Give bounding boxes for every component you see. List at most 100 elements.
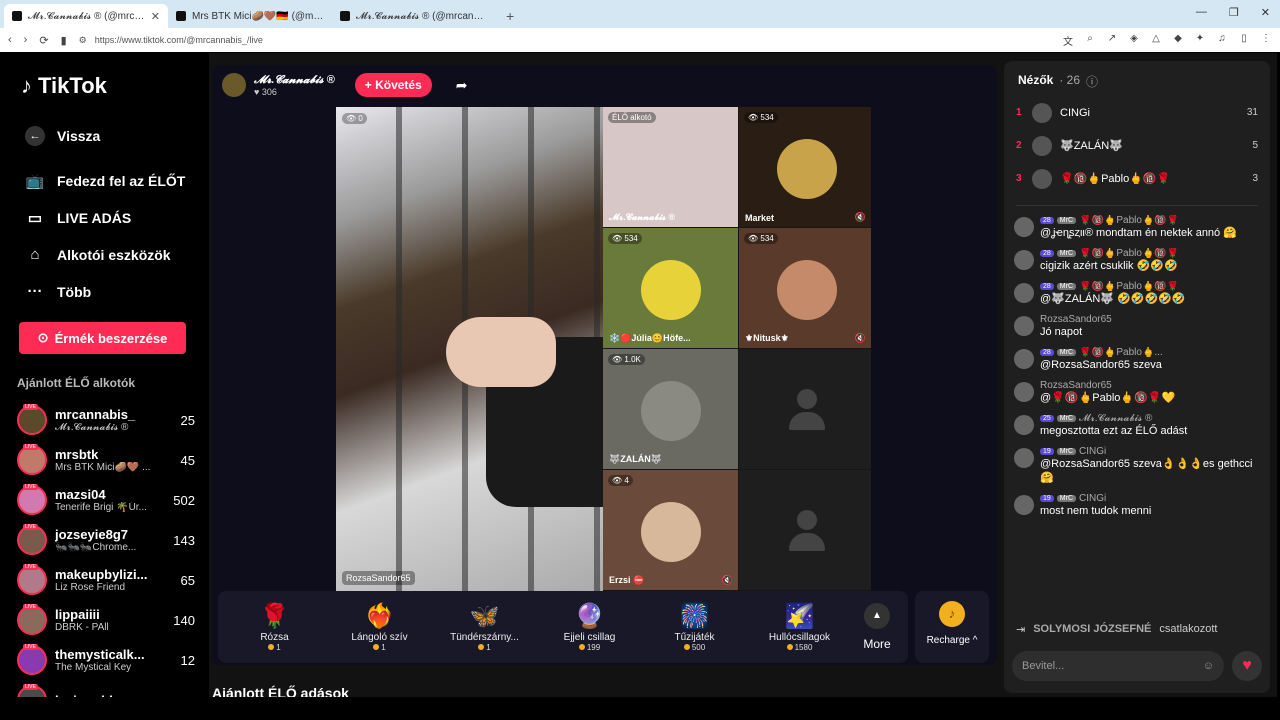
sidebar-item-explore-live[interactable]: 📺 Fedezd fel az ÉLŐT <box>17 162 209 199</box>
extension-icon[interactable]: ◆ <box>1172 33 1184 48</box>
chat-message[interactable]: RozsaSandor65 Jó napot <box>1004 310 1270 343</box>
creator-subtitle: 🐜🐜🐜Chrome... <box>55 542 137 553</box>
reload-icon[interactable]: ⟳ <box>39 34 48 47</box>
host-name[interactable]: 𝓜𝓻.𝓒𝓪𝓷𝓷𝓪𝓫𝓲𝓼 ® <box>254 74 335 87</box>
gift-icon: 🔮 <box>574 603 605 630</box>
chat-user: 𝓜𝓻.𝓒𝓪𝓷𝓷𝓪𝓫𝓲𝓼 ® <box>1079 413 1153 424</box>
gift-item[interactable]: 🔮 Éjjeli csillag 199 <box>537 602 642 652</box>
url-field[interactable]: ⚙ https://www.tiktok.com/@mrcannabis_/li… <box>79 35 839 46</box>
viewer-avatar <box>1032 102 1052 123</box>
window-close-icon[interactable]: ✕ <box>1261 6 1270 19</box>
joined-notice: ⇥ SOLYMOSI JÓZSEFNÉ csatlakozott <box>1004 617 1230 642</box>
guest-cell-julia[interactable]: 👁 534 ❄️🔴Júlia😊Höfe... <box>603 228 738 348</box>
gift-item[interactable]: 🦋 Tündérszárny... 1 <box>432 602 537 652</box>
chat-user: CINGi <box>1079 446 1107 457</box>
viewer-count: 1.0K <box>624 355 641 364</box>
creator-text: mrsbtk Mrs BTK Mici🥔🤎 ... <box>55 447 157 473</box>
creator-text: lippaiiii DBRK - PAll <box>55 607 157 633</box>
guest-cell-empty1[interactable] <box>739 349 871 469</box>
settings-icon[interactable]: ⋮ <box>1260 33 1272 48</box>
creator-item[interactable]: LIVE themysticalk... The Mystical Key 12 <box>17 640 209 680</box>
recharge-button[interactable]: ♪ Recharge ^ <box>915 591 989 663</box>
creator-item[interactable]: LIVE jozseyie8g7 🐜🐜🐜Chrome... 143 <box>17 520 209 560</box>
chat-message[interactable]: 25 MrC 𝓜𝓻.𝓒𝓪𝓷𝓷𝓪𝓫𝓲𝓼 ® megosztotta ezt az ÉL… <box>1004 409 1270 442</box>
bookmark-icon[interactable]: ▮ <box>61 34 67 47</box>
shield-icon[interactable]: ◈ <box>1128 33 1140 48</box>
creator-subtitle: Mrs BTK Mici🥔🤎 ... <box>55 462 151 473</box>
heart-icon[interactable]: ♥ <box>1232 651 1262 681</box>
sidebar-item-creator-tools[interactable]: ⌂ Alkotói eszközök <box>17 236 209 273</box>
main-camera-feed[interactable]: 👁 0 RozsaSandor65 <box>336 107 606 591</box>
guest-cell-erzsi[interactable]: 👁 4 Erzsi ⛔ 🔇 <box>603 470 738 590</box>
creator-viewers: 140 <box>173 612 195 628</box>
chat-message[interactable]: 19 MrC CINGi most nem tudok menni <box>1004 489 1270 522</box>
music-icon[interactable]: ♫ <box>1216 33 1228 48</box>
browser-tab-1[interactable]: 𝓜𝓻.𝓒𝓪𝓷𝓷𝓪𝓫𝓲𝓼 ® (@mrcan ✕ <box>4 4 168 28</box>
more-gifts-button[interactable]: ▲ More <box>852 603 902 651</box>
top-viewer-row[interactable]: 1 CINGi 31 <box>1004 96 1270 129</box>
new-tab-icon[interactable]: + <box>496 8 524 28</box>
chat-body: RozsaSandor65 @🌹🔞🖕Pablo🖕🔞🌹💛 <box>1040 380 1260 405</box>
creator-subtitle: The Mystical Key <box>55 662 132 673</box>
creator-item[interactable]: LIVE makeupbylizi... Liz Rose Friend 65 <box>17 560 209 600</box>
creator-item[interactable]: LIVE mrsbtk Mrs BTK Mici🥔🤎 ... 45 <box>17 440 209 480</box>
browser-tab-3[interactable]: 𝓜𝓻.𝓒𝓪𝓷𝓷𝓪𝓫𝓲𝓼 ® (@mrcannabis_) <box>332 4 496 28</box>
chat-message[interactable]: 28 MrC 🌹🔞🖕Pablo🖕🔞🌹 @🐺ZALÁN🐺 🤣🤣🤣🤣🤣 <box>1004 277 1270 310</box>
tiktok-logo[interactable]: ♪ TikTok <box>21 73 209 99</box>
back-icon[interactable]: ‹ <box>8 34 12 46</box>
guest-cell-market[interactable]: 👁 534 Market 🔇 <box>739 107 871 227</box>
share-page-icon[interactable]: ↗ <box>1106 33 1118 48</box>
guest-cell-elo[interactable]: ÉLŐ alkotó 𝓜𝓻.𝓒𝓪𝓷𝓷𝓪𝓫𝓲𝓼 ® <box>603 107 738 227</box>
site-info-icon[interactable]: ⚙ <box>79 35 87 46</box>
host-avatar[interactable] <box>222 73 246 97</box>
maximize-icon[interactable]: ❐ <box>1229 6 1239 19</box>
recommended-lives-title: Ajánlott ÉLŐ adások <box>212 685 349 697</box>
chat-input[interactable]: Bevitel... ☺ <box>1012 651 1224 681</box>
chat-text: cigizik azért csuklik 🤣🤣🤣 <box>1040 260 1178 272</box>
top-viewer-row[interactable]: 2 🐺ZALÁN🐺 5 <box>1004 129 1270 162</box>
creator-viewers: 12 <box>180 652 195 668</box>
forward-icon[interactable]: › <box>24 34 28 46</box>
guest-cell-empty2[interactable] <box>739 470 871 590</box>
guest-cell-nitusk[interactable]: 👁 534 ⚜Nitusk⚜ 🔇 <box>739 228 871 348</box>
get-coins-button[interactable]: ⊙ Érmék beszerzése <box>19 322 186 354</box>
price-value: 1 <box>486 643 491 652</box>
chat-message[interactable]: 28 MrC 🌹🔞🖕Pablo🖕... @RozsaSandor65 szeva <box>1004 343 1270 376</box>
sidebar-toggle-icon[interactable]: ▯ <box>1238 33 1250 48</box>
puzzle-icon[interactable]: ✦ <box>1194 33 1206 48</box>
creator-item[interactable]: LIVE mrcannabis_ 𝓜𝓻.𝓒𝓪𝓷𝓷𝓪𝓫𝓲𝓼 ® 25 <box>17 400 209 440</box>
gift-item[interactable]: 🎆 Tűzijáték 500 <box>642 602 747 652</box>
sidebar-item-more[interactable]: ··· Több <box>17 273 209 310</box>
follow-button[interactable]: + Követés <box>354 73 432 97</box>
creator-item[interactable]: LIVE mazsi04 Tenerife Brigi 🌴Úr... 502 <box>17 480 209 520</box>
creator-name: lippaiiii <box>55 607 100 622</box>
warning-icon[interactable]: △ <box>1150 33 1162 48</box>
gift-icon: 🦋 <box>469 603 500 630</box>
chat-message[interactable]: 19 MrC CINGi @RozsaSandor65 szeva👌👌👌es get… <box>1004 442 1270 489</box>
creator-item[interactable]: LIVE lippaiiii DBRK - PAll 140 <box>17 600 209 640</box>
browser-tab-2[interactable]: Mrs BTK Mici🥔🤎🇩🇪 (@mrsbt <box>168 4 332 28</box>
emoji-icon[interactable]: ☺ <box>1203 660 1214 672</box>
translate-icon[interactable]: 文 <box>1062 33 1074 48</box>
creator-item[interactable]: LIVE lesiewebber <box>17 680 209 697</box>
window-controls: — ❐ ✕ <box>1196 6 1270 19</box>
gift-item[interactable]: ❤️‍🔥 Lángoló szív 1 <box>327 602 432 652</box>
share-icon[interactable]: ➦ <box>456 77 468 94</box>
zoom-icon[interactable]: ⌕ <box>1084 33 1096 48</box>
sidebar-item-go-live[interactable]: ▭ LIVE ADÁS <box>17 199 209 236</box>
chat-header: RozsaSandor65 <box>1040 380 1260 391</box>
chat-message[interactable]: RozsaSandor65 @🌹🔞🖕Pablo🖕🔞🌹💛 <box>1004 376 1270 409</box>
tab-title: Mrs BTK Mici🥔🤎🇩🇪 (@mrsbt <box>192 10 324 22</box>
gift-item[interactable]: 🌹 Rózsa 1 <box>222 602 327 652</box>
info-icon[interactable]: ⓘ <box>1086 73 1098 90</box>
back-link[interactable]: ← Vissza <box>17 117 209 154</box>
chat-message[interactable]: 28 MrC 🌹🔞🖕Pablo🖕🔞🌹 cigizik azért csuklik 🤣… <box>1004 244 1270 277</box>
top-viewer-row[interactable]: 3 🌹🔞🖕Pablo🖕🔞🌹 3 <box>1004 162 1270 195</box>
gift-icon: 🌹 <box>259 603 290 630</box>
guest-cell-zalan[interactable]: 👁 1.0K 🐺ZALÁN🐺 <box>603 349 738 469</box>
close-icon[interactable]: ✕ <box>151 10 160 23</box>
minimize-icon[interactable]: — <box>1196 6 1207 19</box>
gift-name: Rózsa <box>260 632 289 643</box>
chat-message[interactable]: 28 MrC 🌹🔞🖕Pablo🖕🔞🌹 @ʝҽɳʂȥιι® mondtam én ne… <box>1004 211 1270 244</box>
gift-item[interactable]: 🌠 Hullócsillagok 1580 <box>747 602 852 652</box>
